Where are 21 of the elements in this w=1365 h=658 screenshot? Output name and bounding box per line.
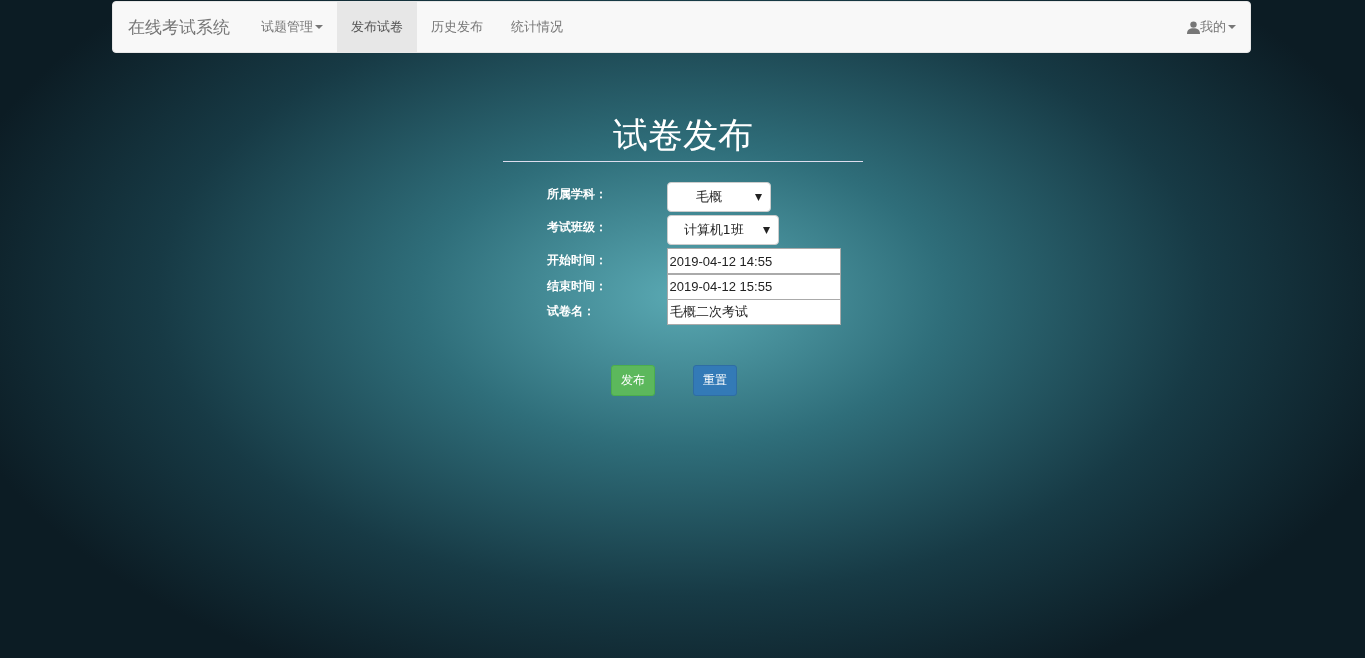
user-menu[interactable]: 我的 [1187, 2, 1236, 52]
caret-icon [754, 193, 762, 201]
select-field[interactable]: 毛概 [666, 182, 771, 212]
nav-tab[interactable]: 发布试卷 [337, 2, 417, 52]
input-field[interactable]: 2019-04-12 14:55 [666, 248, 841, 274]
nav-tab[interactable]: 历史发布 [417, 2, 497, 52]
brand-link[interactable]: 在线考试系统 [113, 2, 245, 52]
page-title: 试卷发布 [612, 114, 753, 157]
field-label: 所属学科： [546, 186, 608, 203]
select-field[interactable]: 计算机1班 [666, 215, 779, 245]
field-label: 试卷名： [546, 303, 596, 320]
field-label: 考试班级： [546, 219, 608, 236]
input-field[interactable]: 毛概二次考试 [666, 299, 841, 325]
field-label: 结束时间： [546, 277, 608, 295]
caret-icon [1228, 25, 1236, 29]
caret-icon [762, 226, 770, 234]
nav-tab[interactable]: 试题管理 [247, 2, 337, 52]
user-icon [1187, 20, 1200, 34]
field-label: 开始时间： [546, 252, 608, 269]
input-field[interactable]: 2019-04-12 15:55 [666, 273, 841, 300]
nav-tab[interactable]: 统计情况 [497, 2, 577, 52]
